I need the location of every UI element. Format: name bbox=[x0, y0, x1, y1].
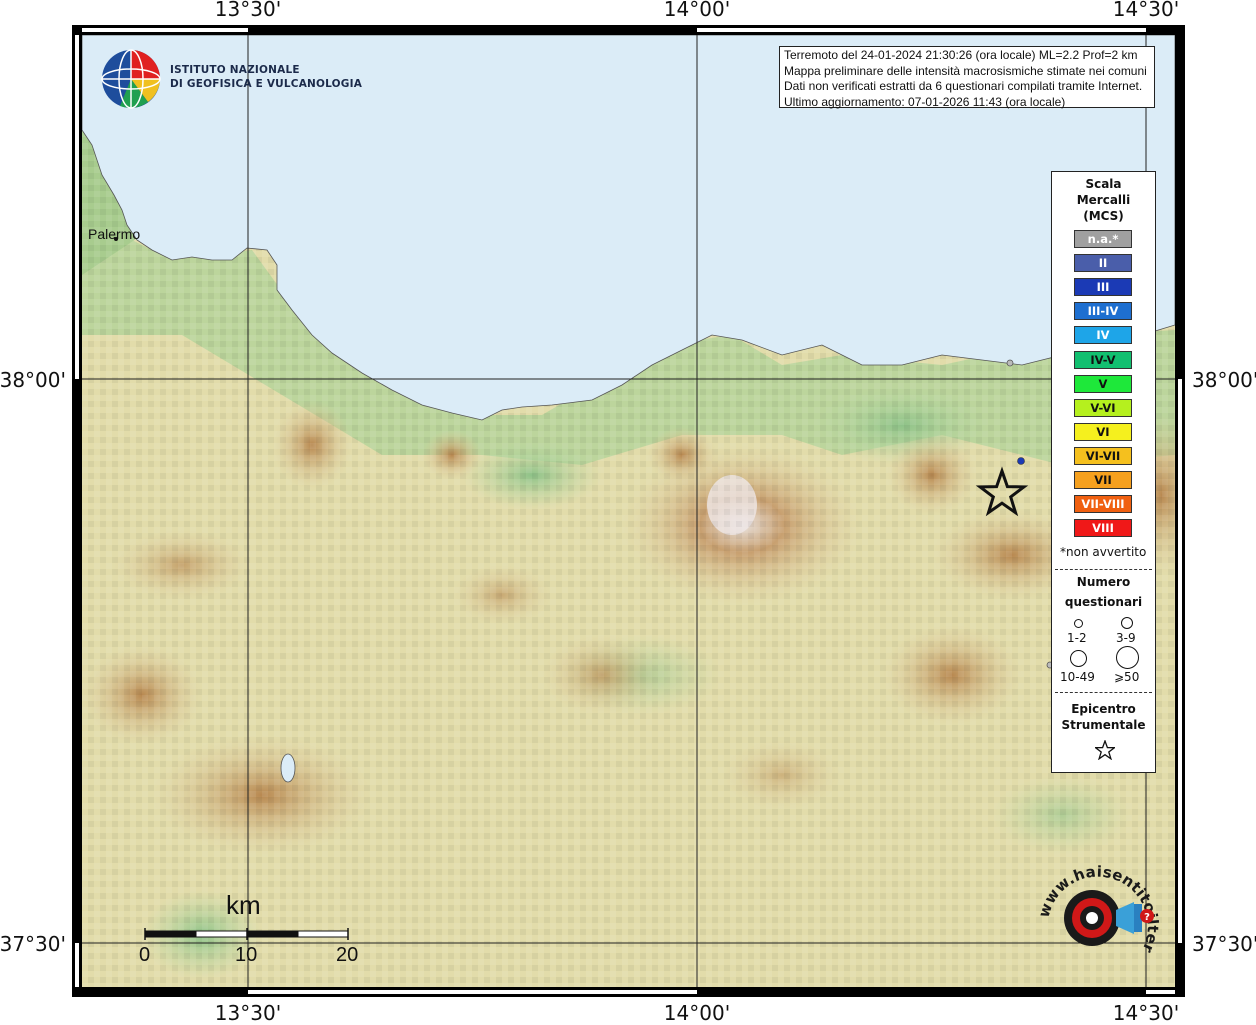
legend-swatch-iii: III bbox=[1074, 278, 1132, 297]
legend-title-mcs: (MCS) bbox=[1083, 209, 1124, 223]
frame-segment bbox=[75, 35, 79, 379]
legend-not-felt-note: *non avvertito bbox=[1060, 545, 1147, 559]
scale-bar: km 0 10 20 bbox=[139, 890, 364, 970]
legend-separator bbox=[1055, 569, 1152, 570]
ingv-name-line1: ISTITUTO NAZIONALE bbox=[170, 63, 300, 77]
tick-top-1400: 14°00' bbox=[663, 0, 731, 21]
legend-swatch-vii: VII bbox=[1074, 471, 1132, 489]
info-line-update: Ultimo aggiornamento: 07-01-2026 11:43 (… bbox=[784, 94, 1066, 109]
info-line-event: Terremoto del 24-01-2024 21:30:26 (ora l… bbox=[784, 48, 1138, 62]
scale-bar-label-0: 0 bbox=[139, 944, 151, 966]
count-label-1-2: 1-2 bbox=[1067, 631, 1087, 645]
legend-epicenter-title2: Strumentale bbox=[1061, 718, 1146, 732]
legend-title-mercalli: Mercalli bbox=[1076, 193, 1131, 207]
tick-bottom-1400: 14°00' bbox=[663, 1001, 731, 1025]
legend-separator bbox=[1055, 692, 1152, 693]
scale-bar-unit: km bbox=[226, 890, 261, 920]
count-label-3-9: 3-9 bbox=[1116, 631, 1136, 645]
legend-swatch-vi-vii: VI-VII bbox=[1074, 446, 1132, 465]
frame-segment bbox=[1146, 990, 1175, 994]
map-area[interactable] bbox=[82, 35, 1175, 987]
tick-right-3800: 38°00' bbox=[1192, 368, 1256, 392]
legend-swatch-viii: VIII bbox=[1074, 519, 1132, 538]
legend-epicenter-title1: Epicentro bbox=[1071, 702, 1136, 716]
legend-count-title1: Numero bbox=[1076, 575, 1131, 589]
tick-top-1430: 14°30' bbox=[1112, 0, 1180, 21]
intensity-point[interactable] bbox=[1017, 457, 1025, 465]
map-frame bbox=[72, 25, 1185, 997]
frame-segment bbox=[1178, 379, 1182, 943]
frame-segment bbox=[697, 28, 1146, 32]
frame-segment bbox=[248, 990, 697, 994]
legend-swatch-v-vi: V-VI bbox=[1074, 398, 1132, 417]
legend-count-title2: questionari bbox=[1064, 595, 1143, 609]
tick-bottom-1430: 14°30' bbox=[1112, 1001, 1180, 1025]
tick-bottom-1330: 13°30' bbox=[214, 1001, 282, 1025]
legend-swatch-vi: VI bbox=[1074, 422, 1132, 441]
ingv-globe-icon bbox=[101, 49, 161, 109]
haisentito-logo[interactable]: www.haisentitoilterremoto.it ? bbox=[1022, 838, 1170, 982]
legend-swatch-vii-viii: VII-VIII bbox=[1074, 495, 1132, 514]
frame-segment bbox=[82, 28, 248, 32]
tick-right-3730: 37°30' bbox=[1192, 932, 1256, 956]
event-info-box: Terremoto del 24-01-2024 21:30:26 (ora l… bbox=[779, 46, 1155, 109]
info-line-data: Dati non verificati estratti da 6 questi… bbox=[784, 79, 1143, 93]
legend-swatch-v: V bbox=[1074, 374, 1132, 393]
town-dot bbox=[1006, 359, 1014, 367]
legend-swatch-n-a: n.a.* bbox=[1074, 230, 1132, 248]
terrain-map bbox=[82, 35, 1175, 987]
count-circle-small bbox=[1074, 619, 1083, 628]
legend-swatch-iv-v: IV-V bbox=[1074, 350, 1132, 369]
scale-bar-graphic bbox=[144, 928, 349, 940]
epicenter-star-icon bbox=[1095, 740, 1115, 760]
count-circle-large bbox=[1070, 650, 1087, 667]
place-label-palermo: Palermo bbox=[88, 226, 141, 242]
legend: Scala Mercalli (MCS) n.a.* II III III-IV IV I… bbox=[1051, 171, 1156, 773]
count-circle-xlarge bbox=[1116, 646, 1139, 669]
legend-title-scala: Scala bbox=[1085, 177, 1122, 191]
ingv-name-line2: DI GEOFISICA E VULCANOLOGIA bbox=[170, 77, 363, 91]
lake bbox=[280, 753, 296, 783]
tick-left-3730: 37°30' bbox=[0, 932, 66, 956]
legend-swatch-iii-iv: III-IV bbox=[1074, 302, 1132, 321]
scale-bar-label-10: 10 bbox=[235, 944, 258, 966]
tick-top-1330: 13°30' bbox=[214, 0, 282, 21]
info-line-map: Mappa preliminare delle intensità macros… bbox=[784, 63, 1147, 78]
tick-left-3800: 38°00' bbox=[0, 368, 66, 392]
legend-swatch-ii: II bbox=[1074, 254, 1132, 273]
count-label-50-plus: ⩾50 bbox=[1114, 670, 1140, 684]
scale-bar-label-20: 20 bbox=[336, 944, 359, 966]
count-label-10-49: 10-49 bbox=[1060, 670, 1095, 684]
legend-swatch-iv: IV bbox=[1074, 326, 1132, 345]
count-circle-medium bbox=[1121, 617, 1133, 629]
svg-text:?: ? bbox=[1144, 912, 1150, 923]
ingv-logo: ISTITUTO NAZIONALE DI GEOFISICA E VULCAN… bbox=[100, 48, 362, 110]
frame-segment bbox=[75, 943, 79, 987]
haisentito-logo-graphic: www.haisentitoilterremoto.it ? bbox=[1022, 838, 1162, 956]
